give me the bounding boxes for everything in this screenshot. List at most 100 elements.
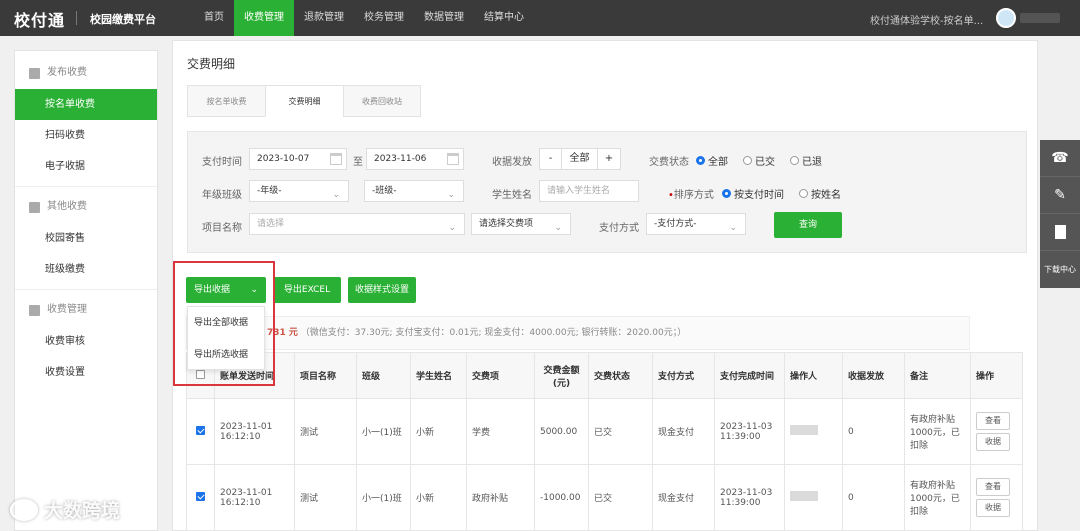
col-header: 备注 [904, 352, 971, 399]
logo[interactable]: 校付通 [14, 7, 65, 31]
document-icon [1054, 225, 1066, 239]
tab-bar: 按名单收费 交费明细 收费回收站 [187, 85, 421, 117]
grade-select[interactable]: -年级- ⌄ [249, 180, 349, 202]
student-name-input[interactable]: 请输入学生姓名 [539, 180, 639, 202]
divider [15, 186, 157, 187]
nav-refund-management[interactable]: 退款管理 [294, 0, 354, 36]
project-select[interactable]: 请选择 ⌄ [249, 213, 465, 235]
top-bar: 校付通 校园缴费平台 首页 收费管理 退款管理 校务管理 数据管理 结算中心 校… [0, 0, 1080, 36]
col-header: 操作人 [784, 352, 843, 399]
sidebar-item-settings[interactable]: 收费设置 [15, 357, 157, 388]
query-button[interactable]: 查询 [774, 212, 842, 238]
pen-icon: ✎ [1054, 187, 1066, 203]
amount: 5000.00 [534, 398, 589, 465]
nav-home[interactable]: 首页 [194, 0, 234, 36]
plus-button[interactable]: + [598, 149, 620, 169]
fee-item-select[interactable]: 请选择交费项 ⌄ [471, 213, 571, 235]
note: 有政府补贴1000元，已扣除 [904, 464, 971, 531]
shield-icon [29, 304, 40, 316]
bill-time: 2023-11-01 16:12:10 [214, 464, 295, 531]
divider [15, 289, 157, 290]
receipt-button[interactable]: 收据 [976, 433, 1010, 451]
feedback-button[interactable]: ✎ [1040, 177, 1080, 214]
fee-item: 学费 [466, 398, 535, 465]
sidebar-item-list-charge[interactable]: 按名单收费 [15, 89, 157, 120]
download-center-button[interactable]: 下载中心 [1040, 251, 1080, 288]
date-from-input[interactable]: 2023-10-07 [249, 148, 347, 170]
receipt-button[interactable]: 收据 [976, 499, 1010, 517]
tab-payment-details[interactable]: 交费明细 [265, 85, 343, 117]
tab-recycle-bin[interactable]: 收费回收站 [343, 85, 421, 117]
row-select-cell [186, 464, 215, 531]
tab-list-charge[interactable]: 按名单收费 [187, 85, 265, 117]
done-time: 2023-11-03 11:39:00 [714, 398, 785, 465]
platform-title: 校园缴费平台 [90, 13, 156, 26]
chevron-down-icon: ⌄ [447, 190, 455, 200]
right-toolbar: ☎ ✎ 下载中心 [1040, 140, 1080, 288]
sidebar: 发布收费 按名单收费 扫码收费 电子收据 其他收费 校园寄售 班级缴费 收费管理… [14, 50, 158, 531]
project-name-label: 项目名称 [202, 223, 242, 234]
avatar[interactable] [996, 8, 1016, 28]
actions-cell: 查看 收据 [970, 464, 1023, 531]
sidebar-group-publish: 发布收费 [15, 57, 157, 89]
status-badge: 已交 [588, 398, 653, 465]
table-row[interactable]: 2023-11-01 16:12:10 测试 小一(1)班 小新 学费 5000… [186, 398, 1023, 465]
student-name-label: 学生姓名 [492, 190, 532, 201]
receipt-count: 0 [842, 464, 905, 531]
nav-settlement-center[interactable]: 结算中心 [474, 0, 534, 36]
username-blurred[interactable] [1020, 13, 1060, 23]
status-radio-paid[interactable]: 已交 [743, 153, 775, 168]
headset-icon: ☎ [1051, 150, 1069, 166]
col-header: 操作 [970, 352, 1023, 399]
col-header: 收据发放 [842, 352, 905, 399]
sidebar-item-audit[interactable]: 收费审核 [15, 326, 157, 357]
class-name: 小一(1)班 [356, 398, 411, 465]
operator-cell [784, 464, 843, 531]
chevron-down-icon: ⌄ [332, 190, 340, 200]
col-header: 支付方式 [652, 352, 715, 399]
project-name: 测试 [294, 464, 357, 531]
col-header: 交费项 [466, 352, 535, 399]
sidebar-item-class-pay[interactable]: 班级缴费 [15, 254, 157, 285]
main-nav: 首页 收费管理 退款管理 校务管理 数据管理 结算中心 [194, 0, 534, 36]
sidebar-item-consignment[interactable]: 校园寄售 [15, 223, 157, 254]
col-header: 班级 [356, 352, 411, 399]
pay-method-label: 支付方式 [599, 223, 639, 234]
row-checkbox[interactable] [196, 491, 205, 501]
table-row[interactable]: 2023-11-01 16:12:10 测试 小一(1)班 小新 政府补贴 -1… [186, 464, 1023, 531]
chevron-down-icon: ⌄ [729, 223, 737, 233]
sidebar-group-other: 其他收费 [15, 191, 157, 223]
pay-method-select[interactable]: -支付方式- ⌄ [646, 213, 746, 235]
export-excel-button[interactable]: 导出EXCEL [273, 277, 341, 303]
divider [76, 11, 77, 25]
status-radio-all[interactable]: 全部 [696, 153, 728, 168]
sidebar-item-qr-charge[interactable]: 扫码收费 [15, 120, 157, 151]
sort-radio-time[interactable]: 按支付时间 [722, 186, 784, 201]
status-label: 交费状态 [649, 157, 689, 168]
document-button[interactable] [1040, 214, 1080, 251]
highlight-box [173, 261, 275, 386]
amount: -1000.00 [534, 464, 589, 531]
row-checkbox[interactable] [196, 425, 205, 435]
date-to-input[interactable]: 2023-11-06 [366, 148, 464, 170]
view-button[interactable]: 查看 [976, 412, 1010, 430]
nav-data-management[interactable]: 数据管理 [414, 0, 474, 36]
view-button[interactable]: 查看 [976, 478, 1010, 496]
calendar-icon [447, 153, 459, 165]
operator-cell [784, 398, 843, 465]
nav-fee-management[interactable]: 收费管理 [234, 0, 294, 36]
school-name[interactable]: 校付通体验学校-按名单... [870, 12, 983, 27]
col-header: 交费状态 [588, 352, 653, 399]
support-button[interactable]: ☎ [1040, 140, 1080, 177]
status-radio-refunded[interactable]: 已退 [790, 153, 822, 168]
receipt-style-button[interactable]: 收据样式设置 [348, 277, 416, 303]
sort-radio-name[interactable]: 按姓名 [799, 186, 841, 201]
receipt-label: 收据发放 [492, 157, 532, 168]
student-name: 小新 [410, 398, 467, 465]
class-select[interactable]: -班级- ⌄ [364, 180, 464, 202]
nav-school-affairs[interactable]: 校务管理 [354, 0, 414, 36]
minus-button[interactable]: - [540, 149, 562, 169]
table-header-row: 账单发送时间 项目名称 班级 学生姓名 交费项 交费金额(元) 交费状态 支付方… [186, 352, 1023, 399]
col-header: 学生姓名 [410, 352, 467, 399]
sidebar-item-e-receipt[interactable]: 电子收据 [15, 151, 157, 182]
